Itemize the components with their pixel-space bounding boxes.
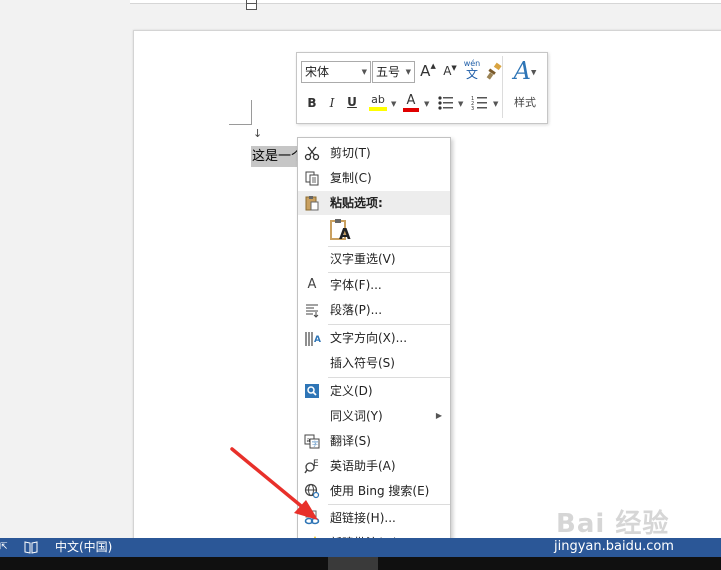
menu-item-label: 超链接(H)... bbox=[330, 511, 396, 525]
menu-item-label: 同义词(Y) bbox=[330, 409, 383, 423]
bing-search-icon bbox=[304, 483, 320, 499]
bold-button[interactable]: B bbox=[305, 96, 319, 110]
styles-icon: A▼ bbox=[513, 57, 537, 85]
menu-item-hyperlink[interactable]: 超链接(H)... bbox=[298, 506, 450, 530]
bullets-button[interactable] bbox=[437, 94, 455, 112]
numbering-button[interactable]: 1 2 3 bbox=[471, 94, 489, 112]
previous-page-edge bbox=[130, 0, 721, 4]
styles-label: 样式 bbox=[514, 95, 536, 109]
menu-separator bbox=[328, 377, 450, 378]
bullets-icon bbox=[438, 96, 453, 110]
phonetic-guide-button[interactable]: wén 文 bbox=[462, 59, 482, 81]
paste-keep-text-icon: A bbox=[330, 218, 352, 244]
menu-item-font[interactable]: A 字体(F)... bbox=[298, 273, 450, 297]
menu-item-label: 定义(D) bbox=[330, 384, 373, 398]
font-color-bar bbox=[403, 108, 419, 112]
context-menu: 剪切(T) 复制(C) 粘贴选项: A 汉字重选(V) A 字体(F)... 段… bbox=[297, 137, 451, 556]
chevron-down-icon: ▼ bbox=[405, 68, 411, 76]
phonetic-guide-char: 文 bbox=[465, 67, 478, 81]
scissors-icon bbox=[304, 145, 320, 161]
menu-item-label: 使用 Bing 搜索(E) bbox=[330, 484, 430, 498]
grow-font-button[interactable]: A▲ bbox=[419, 62, 437, 80]
menu-header-paste-options: 粘贴选项: bbox=[298, 191, 450, 215]
caret-up-icon: ▲ bbox=[430, 62, 436, 70]
menu-item-label: 插入符号(S) bbox=[330, 356, 395, 370]
menu-item-paragraph[interactable]: 段落(P)... bbox=[298, 298, 450, 322]
menu-item-label: 段落(P)... bbox=[330, 303, 383, 317]
menu-item-insert-symbol[interactable]: 插入符号(S) bbox=[298, 351, 450, 375]
taskbar-active-item[interactable] bbox=[328, 557, 378, 570]
menu-item-label: 翻译(S) bbox=[330, 434, 371, 448]
highlight-color-bar bbox=[369, 107, 387, 111]
font-color-icon: A bbox=[406, 93, 416, 108]
menu-item-synonyms[interactable]: 同义词(Y) ▶ bbox=[298, 404, 450, 428]
menu-item-label: 复制(C) bbox=[330, 171, 372, 185]
submenu-arrow-icon: ▶ bbox=[435, 411, 442, 420]
menu-item-label: 粘贴选项: bbox=[330, 196, 383, 210]
font-color-button[interactable]: A bbox=[401, 93, 421, 115]
highlight-button[interactable]: ab bbox=[367, 93, 389, 115]
chevron-down-icon[interactable]: ▼ bbox=[391, 100, 396, 108]
menu-item-label: 字体(F)... bbox=[330, 278, 382, 292]
selected-text[interactable]: 这是一个 bbox=[251, 146, 300, 167]
svg-text:3: 3 bbox=[471, 106, 474, 112]
svg-text:字: 字 bbox=[312, 440, 318, 448]
status-indicator-icon[interactable]: ⇱ bbox=[0, 538, 8, 557]
menu-item-english-assistant[interactable]: E 英语助手(A) bbox=[298, 454, 450, 478]
toolbar-divider bbox=[502, 56, 503, 118]
text-direction-icon: A bbox=[304, 330, 321, 346]
italic-button[interactable]: I bbox=[325, 96, 339, 110]
menu-item-copy[interactable]: 复制(C) bbox=[298, 166, 450, 190]
styles-button[interactable]: A▼ 样式 bbox=[509, 56, 541, 118]
define-icon bbox=[304, 383, 320, 399]
menu-item-translate[interactable]: a字 翻译(S) bbox=[298, 429, 450, 453]
font-size-value: 五号 bbox=[376, 65, 401, 79]
shrink-font-button[interactable]: A▼ bbox=[441, 64, 459, 78]
hyperlink-icon bbox=[304, 510, 320, 526]
chevron-down-icon[interactable]: ▼ bbox=[424, 100, 429, 108]
paste-icon bbox=[304, 195, 320, 211]
copy-icon bbox=[304, 170, 320, 186]
font-size-select[interactable]: 五号 ▼ bbox=[372, 61, 415, 83]
menu-item-text-direction[interactable]: A 文字方向(X)... bbox=[298, 326, 450, 350]
proofing-book-icon[interactable] bbox=[24, 541, 38, 554]
paste-option-keep-text-only[interactable]: A bbox=[298, 216, 450, 246]
menu-item-label: 文字方向(X)... bbox=[330, 331, 408, 345]
underline-button[interactable]: U bbox=[345, 95, 359, 109]
english-assistant-icon: E bbox=[304, 458, 320, 474]
menu-item-define[interactable]: 定义(D) bbox=[298, 379, 450, 403]
menu-separator bbox=[328, 504, 450, 505]
baidu-watermark-logo: Bai 经验 bbox=[556, 509, 670, 539]
mini-toolbar: 宋体 ▼ 五号 ▼ A▲ A▼ wén 文 B I U ab ▼ A ▼ ▼ 1… bbox=[296, 52, 548, 124]
numbering-icon: 1 2 3 bbox=[471, 96, 487, 112]
font-icon: A bbox=[307, 277, 317, 292]
menu-item-label: 英语助手(A) bbox=[330, 459, 396, 473]
chevron-down-icon: ▼ bbox=[361, 68, 367, 76]
menu-item-bing-search[interactable]: 使用 Bing 搜索(E) bbox=[298, 479, 450, 503]
menu-item-cut[interactable]: 剪切(T) bbox=[298, 141, 450, 165]
margin-corner-mark bbox=[229, 100, 252, 125]
font-name-select[interactable]: 宋体 ▼ bbox=[301, 61, 371, 83]
page-break-marker-icon bbox=[246, 0, 257, 10]
chevron-down-icon[interactable]: ▼ bbox=[493, 100, 498, 108]
font-name-value: 宋体 bbox=[305, 65, 330, 79]
svg-text:E: E bbox=[313, 459, 319, 469]
watermark-url: jingyan.baidu.com bbox=[554, 539, 674, 554]
svg-text:A: A bbox=[314, 335, 321, 345]
language-status[interactable]: 中文(中国) bbox=[55, 538, 112, 557]
paragraph-mark: ↓ bbox=[253, 127, 263, 140]
menu-separator bbox=[328, 324, 450, 325]
paragraph-icon bbox=[304, 302, 320, 318]
translate-icon: a字 bbox=[304, 433, 320, 449]
chevron-down-icon[interactable]: ▼ bbox=[458, 100, 463, 108]
caret-down-icon: ▼ bbox=[451, 64, 457, 72]
menu-item-reconvert[interactable]: 汉字重选(V) bbox=[298, 247, 450, 271]
menu-item-label: 剪切(T) bbox=[330, 146, 371, 160]
grow-font-icon: A bbox=[420, 62, 431, 80]
menu-item-label: 汉字重选(V) bbox=[330, 252, 396, 266]
highlight-icon: ab bbox=[371, 93, 385, 106]
